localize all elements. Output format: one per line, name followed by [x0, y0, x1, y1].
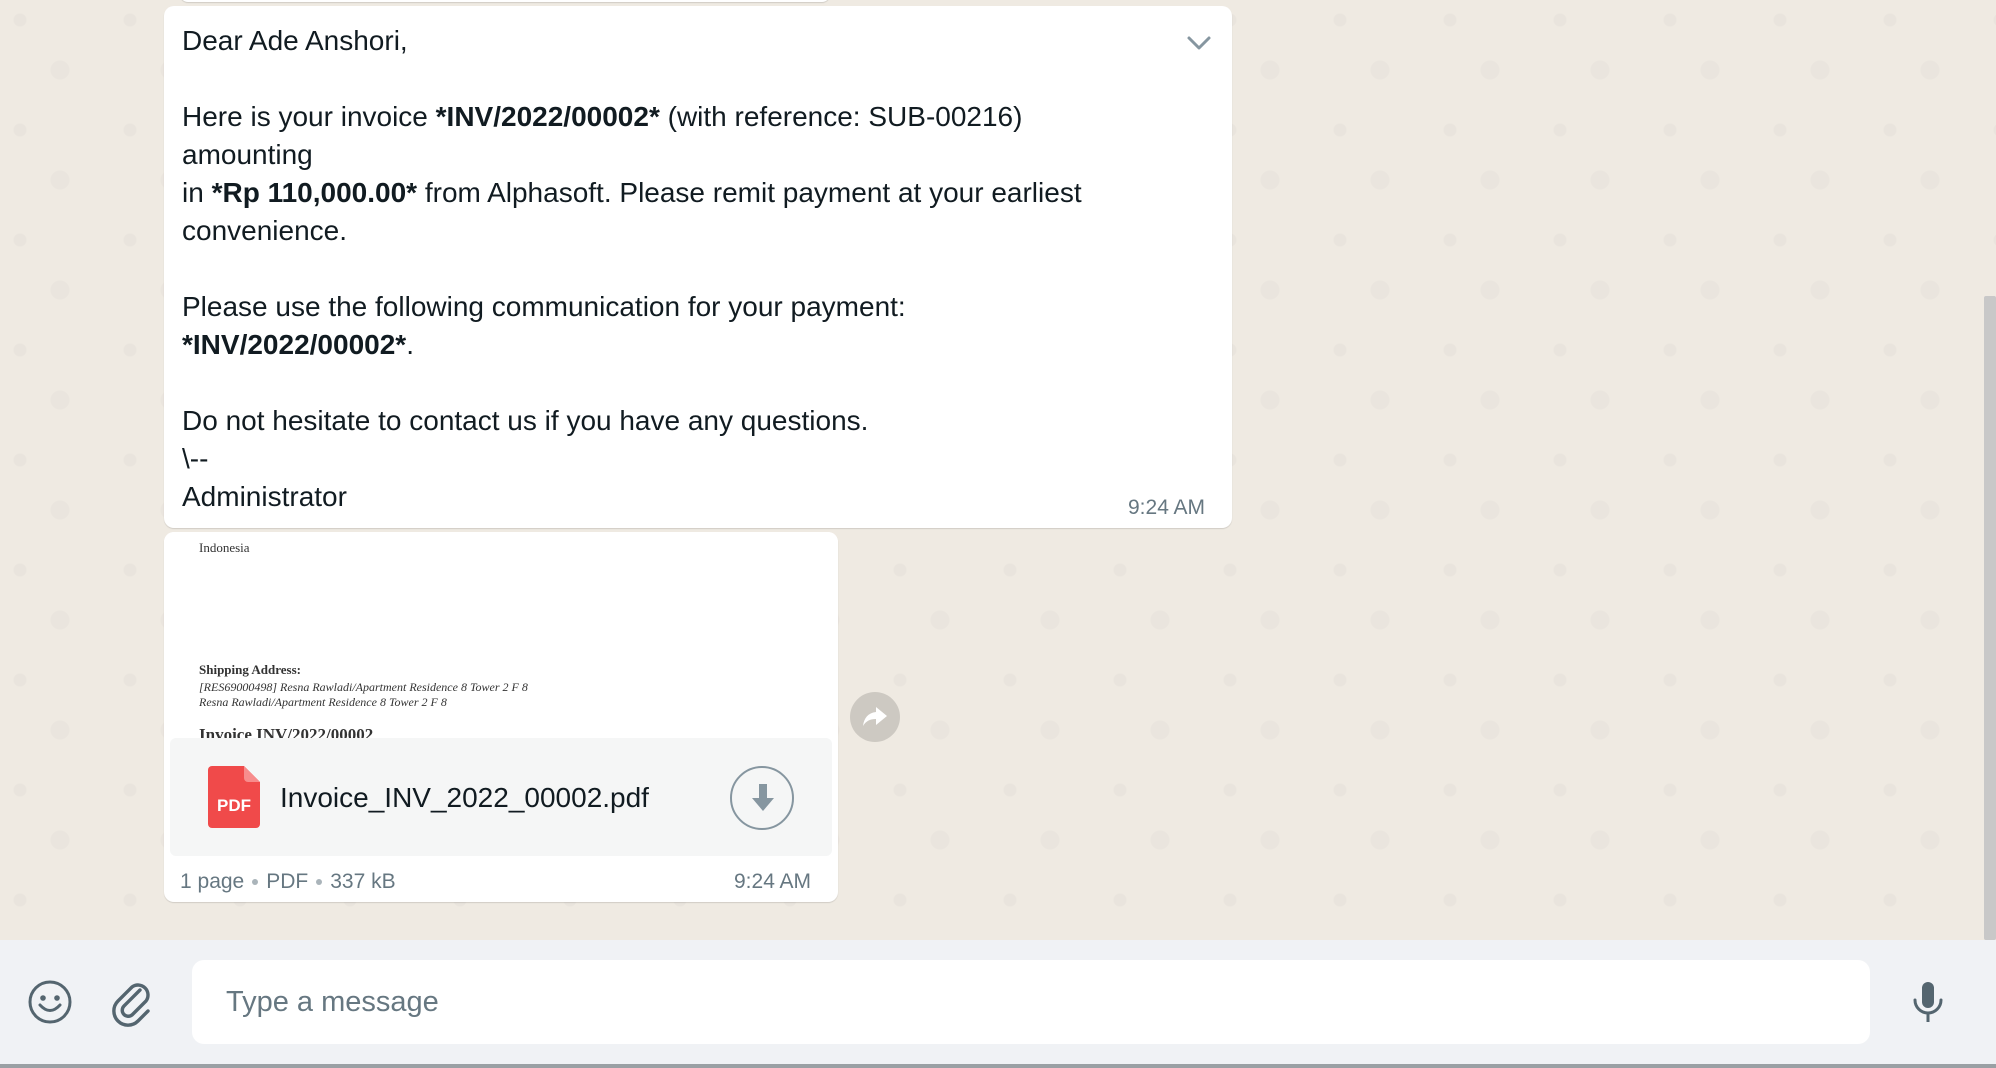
- file-attachment[interactable]: PDF Invoice_INV_2022_00002.pdf: [170, 738, 832, 856]
- chat-area: Dear Ade Anshori, Here is your invoice *…: [0, 0, 1996, 940]
- pdf-file-icon: PDF: [208, 766, 260, 828]
- message-line: amounting: [182, 139, 313, 170]
- invoice-number: *INV/2022/00002*: [435, 101, 660, 132]
- emoji-icon: [28, 980, 72, 1024]
- forward-button[interactable]: [850, 692, 900, 742]
- preview-shipping-label: Shipping Address:: [199, 662, 302, 677]
- pdf-badge-label: PDF: [217, 796, 251, 815]
- message-greeting: Dear Ade Anshori,: [182, 25, 408, 56]
- file-pages: 1 page: [180, 870, 245, 893]
- message-line: *INV/2022/00002*.: [182, 329, 414, 360]
- file-name: Invoice_INV_2022_00002.pdf: [280, 782, 649, 813]
- message-text: Dear Ade Anshori, Here is your invoice *…: [182, 22, 1182, 516]
- payment-communication: *INV/2022/00002*: [182, 329, 407, 360]
- window-bottom-edge: [0, 1064, 1996, 1068]
- message-line: Please use the following communication f…: [182, 291, 906, 322]
- incoming-message-bubble[interactable]: Dear Ade Anshori, Here is your invoice *…: [164, 6, 1232, 528]
- message-line: Do not hesitate to contact us if you hav…: [182, 405, 869, 436]
- forward-icon: [863, 707, 887, 726]
- invoice-amount: *Rp 110,000.00*: [211, 177, 418, 208]
- download-icon: [752, 784, 774, 811]
- file-type: PDF: [266, 870, 309, 893]
- emoji-button[interactable]: [24, 976, 76, 1028]
- download-button[interactable]: [730, 766, 794, 830]
- microphone-icon: [1913, 982, 1943, 1022]
- message-line: in *Rp 110,000.00* from Alphasoft. Pleas…: [182, 177, 1082, 208]
- voice-button[interactable]: [1902, 976, 1954, 1028]
- message-signature: Administrator: [182, 481, 347, 512]
- message-timestamp: 9:24 AM: [1128, 496, 1206, 519]
- compose-bar: [0, 940, 1996, 1064]
- paperclip-icon: [112, 983, 150, 1027]
- document-message-bubble[interactable]: Indonesia Shipping Address: [RES69000498…: [164, 532, 838, 902]
- message-line: convenience.: [182, 215, 348, 246]
- preview-country: Indonesia: [199, 540, 250, 555]
- preview-shipping-line: Resna Rawladi/Apartment Residence 8 Towe…: [199, 695, 447, 709]
- document-preview[interactable]: Indonesia Shipping Address: [RES69000498…: [164, 532, 838, 738]
- message-line: Here is your invoice *INV/2022/00002* (w…: [182, 101, 1023, 132]
- message-line: \--: [182, 443, 209, 474]
- preview-invoice-heading: Invoice INV/2022/00002: [199, 725, 374, 738]
- message-input[interactable]: [192, 960, 1870, 1044]
- previous-message-bubble: [180, 0, 830, 2]
- document-timestamp: 9:24 AM: [734, 870, 812, 893]
- chevron-down-icon[interactable]: [1182, 28, 1216, 58]
- file-size: 337 kB: [330, 870, 396, 893]
- chat-scrollbar[interactable]: [1984, 296, 1996, 940]
- attach-button[interactable]: [106, 976, 158, 1028]
- preview-shipping-line: [RES69000498] Resna Rawladi/Apartment Re…: [199, 680, 528, 694]
- file-meta: 1 page PDF 337 kB: [180, 870, 396, 894]
